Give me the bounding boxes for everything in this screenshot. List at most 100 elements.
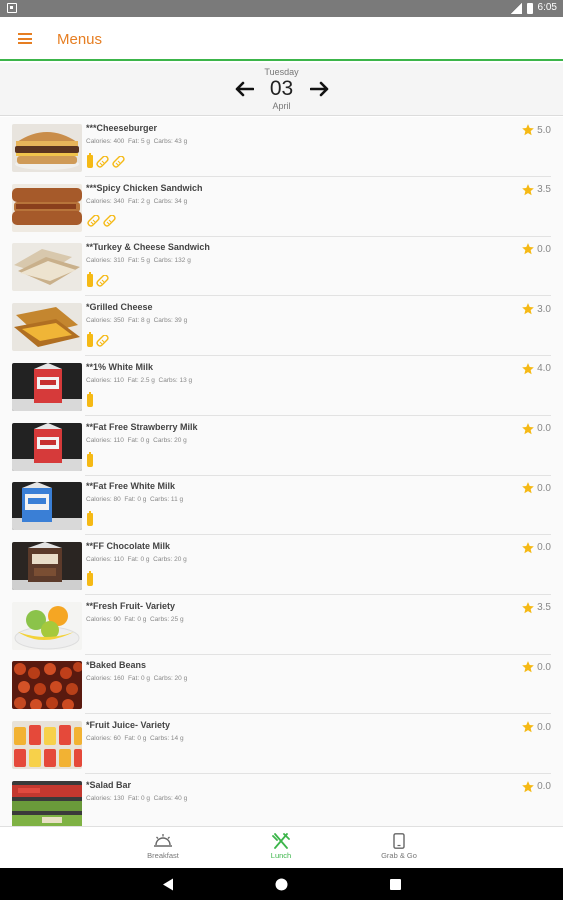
star-icon <box>522 422 534 434</box>
star-icon <box>522 780 534 792</box>
home-icon[interactable] <box>275 878 288 891</box>
allergen-icons <box>87 391 93 407</box>
nutrition-info: Calories: 400 Fat: 5 g Carbs: 43 g <box>86 138 187 145</box>
rating[interactable]: 0.0 <box>521 541 551 555</box>
rating[interactable]: 4.0 <box>521 362 551 376</box>
notification-icon <box>7 3 17 13</box>
rating[interactable]: 3.5 <box>521 183 551 197</box>
carbs: Carbs: 40 g <box>153 794 188 802</box>
menu-item[interactable]: *Salad Bar Calories: 130 Fat: 0 g Carbs: … <box>0 774 563 826</box>
nutrition-info: Calories: 110 Fat: 0 g Carbs: 20 g <box>86 556 187 563</box>
fat: Fat: 0 g <box>127 794 150 802</box>
battery-icon <box>526 2 533 14</box>
rating-value: 0.0 <box>537 542 551 554</box>
fat: Fat: 2.5 g <box>127 376 155 384</box>
menu-item-name: *Salad Bar <box>86 779 132 790</box>
rating-value: 0.0 <box>537 482 551 494</box>
menu-item-name: ***Cheeseburger <box>86 123 158 133</box>
allergen-icons <box>87 214 116 227</box>
nutrition-info: Calories: 90 Fat: 0 g Carbs: 25 g <box>86 616 184 623</box>
food-photo <box>12 601 82 650</box>
nutrition-info: Calories: 340 Fat: 2 g Carbs: 34 g <box>86 198 187 205</box>
allergen-icons <box>87 272 109 288</box>
date-day: Tuesday <box>264 67 299 77</box>
rating-value: 0.0 <box>537 781 551 793</box>
system-navigation-bar <box>0 868 563 900</box>
menu-item[interactable]: ***Cheeseburger Calories: 400 Fat: 5 g Ca… <box>0 117 563 177</box>
calories: Calories: 110 <box>86 555 124 563</box>
menu-item[interactable]: *Grilled Cheese Calories: 350 Fat: 8 g Ca… <box>0 296 563 357</box>
food-photo <box>12 183 82 232</box>
menu-item[interactable]: ***Spicy Chicken Sandwich Calories: 340 F… <box>0 177 563 237</box>
menu-item[interactable]: **Fat Free Strawberry Milk Calories: 110 … <box>0 416 563 476</box>
tab-lunch-label: Lunch <box>270 851 292 860</box>
calories: Calories: 400 <box>86 138 125 145</box>
bottom-navigation: Breakfast Lunch Grab & Go <box>0 826 563 868</box>
menu-item[interactable]: *Fruit Juice- Variety Calories: 60 Fat: 0… <box>0 714 563 774</box>
fat: Fat: 0 g <box>127 436 150 444</box>
tab-grab-and-go[interactable]: Grab & Go <box>344 833 454 860</box>
rating-value: 4.0 <box>537 363 551 375</box>
menu-item[interactable]: **Fresh Fruit- Variety Calories: 90 Fat: … <box>0 595 563 655</box>
rating[interactable]: 0.0 <box>521 780 551 794</box>
nutrition-info: Calories: 130 Fat: 0 g Carbs: 40 g <box>86 795 187 802</box>
fat: Fat: 0 g <box>127 555 150 563</box>
menu-item[interactable]: **1% White Milk Calories: 110 Fat: 2.5 g … <box>0 356 563 416</box>
food-photo <box>12 721 82 769</box>
rating-value: 0.0 <box>537 721 551 733</box>
back-icon[interactable] <box>162 878 174 891</box>
date-month: April <box>272 101 291 111</box>
rating[interactable]: 0.0 <box>521 422 551 436</box>
drink-icon <box>87 332 93 348</box>
calories: Calories: 310 <box>86 257 125 265</box>
nutrition-info: Calories: 110 Fat: 2.5 g Carbs: 13 g <box>86 377 192 384</box>
menu-item[interactable]: **Fat Free White Milk Calories: 80 Fat: 0… <box>0 475 563 536</box>
tab-lunch[interactable]: Lunch <box>226 833 336 860</box>
drink-icon <box>87 570 93 586</box>
bread-icon <box>96 274 109 287</box>
rating-value: 3.0 <box>537 303 551 315</box>
rating[interactable]: 0.0 <box>521 481 551 495</box>
rating-value: 3.5 <box>537 602 551 614</box>
hamburger-menu-icon[interactable] <box>18 33 32 44</box>
app-bar: Menus <box>0 17 563 61</box>
calories: Calories: 60 <box>86 735 121 742</box>
bread-icon <box>96 155 109 168</box>
rating[interactable]: 3.0 <box>521 302 551 316</box>
menu-item[interactable]: *Baked Beans Calories: 160 Fat: 0 g Carbs… <box>0 654 563 715</box>
carbs: Carbs: 13 g <box>158 376 193 384</box>
recents-icon[interactable] <box>390 879 401 890</box>
rating-value: 5.0 <box>537 124 551 136</box>
food-photo <box>12 243 82 292</box>
menu-item-name: ***Spicy Chicken Sandwich <box>86 182 203 193</box>
star-icon <box>522 183 534 195</box>
tab-breakfast[interactable]: Breakfast <box>108 833 218 860</box>
nutrition-info: Calories: 60 Fat: 0 g Carbs: 14 g <box>86 735 184 742</box>
rating[interactable]: 3.5 <box>521 601 551 615</box>
rating[interactable]: 0.0 <box>521 242 551 256</box>
menu-item-name: **1% White Milk <box>86 361 154 372</box>
fat: Fat: 2 g <box>127 197 150 205</box>
fat: Fat: 0 g <box>127 675 150 683</box>
food-photo <box>12 422 82 471</box>
next-day-arrow-icon[interactable] <box>310 81 330 97</box>
menu-item[interactable]: **FF Chocolate Milk Calories: 110 Fat: 0 … <box>0 535 563 595</box>
allergen-icons <box>87 153 125 168</box>
drink-icon <box>87 153 93 168</box>
date-number: 03 <box>269 77 294 100</box>
carbs: Carbs: 14 g <box>149 735 184 742</box>
menu-item-name: *Baked Beans <box>86 660 147 671</box>
nutrition-info: Calories: 350 Fat: 8 g Carbs: 39 g <box>86 317 187 324</box>
carbs: Carbs: 132 g <box>153 257 191 265</box>
bread-icon <box>96 334 109 347</box>
allergen-icons <box>87 511 93 527</box>
rating[interactable]: 0.0 <box>521 660 551 674</box>
drink-icon <box>87 511 93 527</box>
menu-item[interactable]: **Turkey & Cheese Sandwich Calories: 310 … <box>0 236 563 297</box>
nutrition-info: Calories: 160 Fat: 0 g Carbs: 20 g <box>86 675 187 682</box>
star-icon <box>522 362 534 375</box>
rating[interactable]: 0.0 <box>521 720 551 734</box>
drink-icon <box>87 391 93 407</box>
menu-item-name: **Turkey & Cheese Sandwich <box>86 242 210 253</box>
rating[interactable]: 5.0 <box>521 123 551 137</box>
